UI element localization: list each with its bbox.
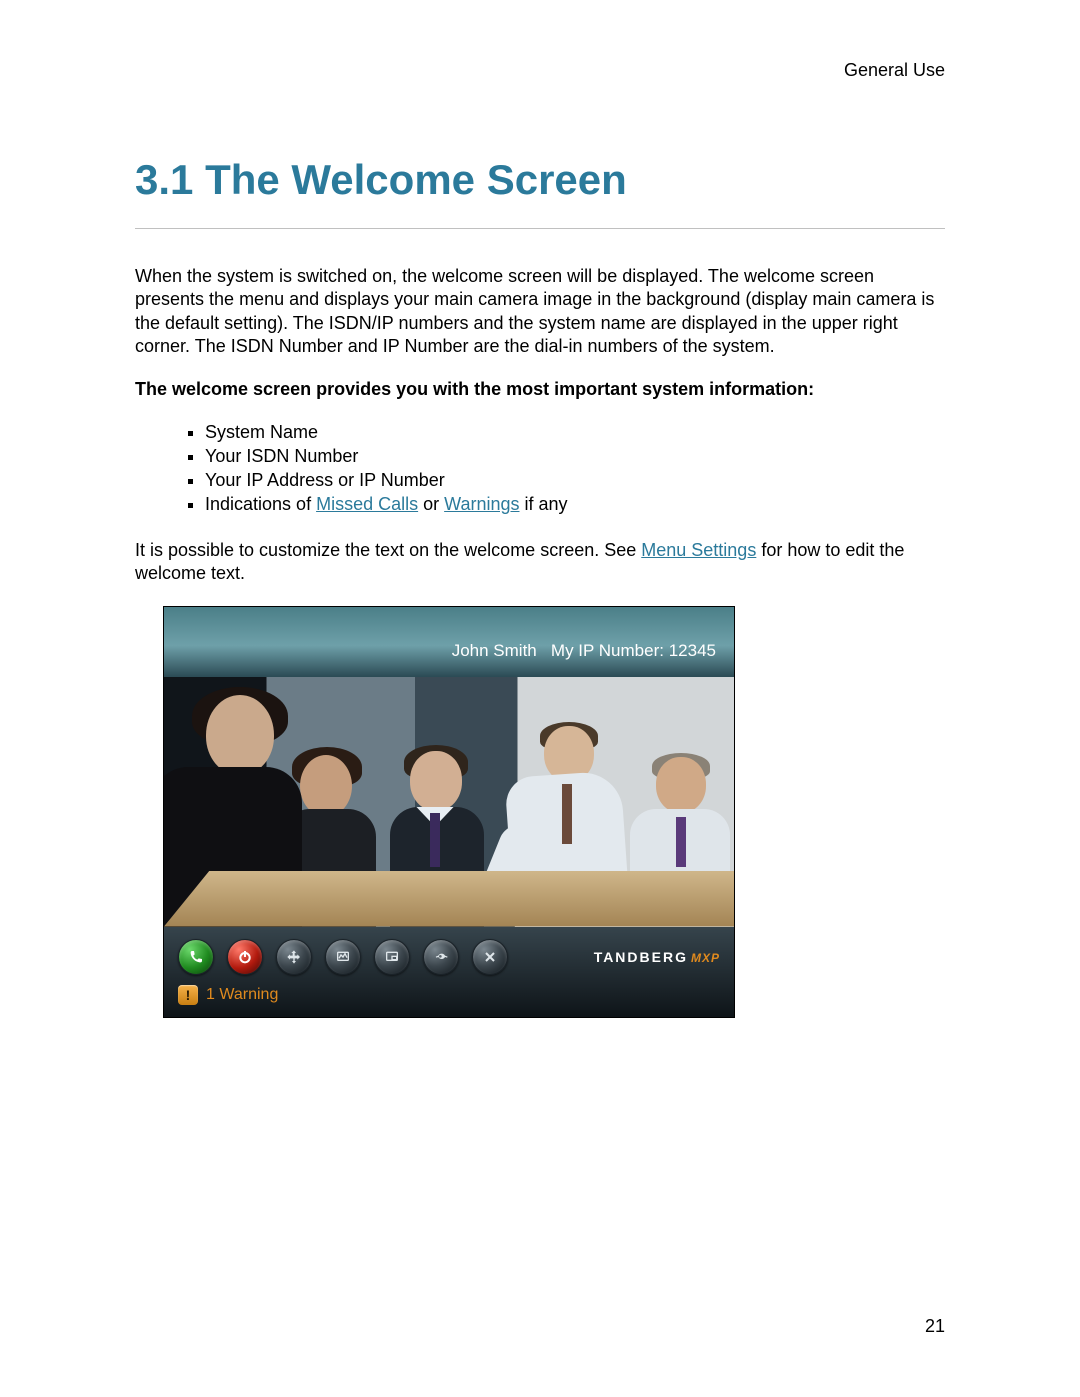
info-heading: The welcome screen provides you with the… — [135, 379, 945, 400]
brand-name: TANDBERG — [594, 949, 688, 965]
brand-suffix: MXP — [691, 951, 720, 965]
section-heading: The Welcome Screen — [205, 156, 627, 203]
list-item: Indications of Missed Calls or Warnings … — [205, 492, 945, 516]
ip-label: My IP Number: — [551, 641, 664, 660]
screenshot-info-bar: John Smith My IP Number: 12345 — [452, 641, 716, 661]
conference-table — [164, 871, 734, 927]
warning-count: 1 — [206, 986, 215, 1003]
screenshot-menu-bar: TANDBERG MXP ! 1 Warning — [164, 927, 734, 1017]
page-number: 21 — [925, 1316, 945, 1337]
warning-row[interactable]: ! 1 Warning — [178, 985, 720, 1005]
warnings-link[interactable]: Warnings — [444, 494, 519, 514]
info-list: System Name Your ISDN Number Your IP Add… — [135, 420, 945, 517]
header-category: General Use — [135, 60, 945, 81]
list-item-text: or — [418, 494, 444, 514]
user-name: John Smith — [452, 641, 537, 660]
section-title: 3.1 The Welcome Screen — [135, 156, 945, 204]
section-divider — [135, 228, 945, 229]
warning-text: 1 Warning — [206, 986, 278, 1004]
warning-label: Warning — [219, 986, 278, 1003]
brand-label: TANDBERG MXP — [594, 949, 720, 965]
presentation-icon[interactable] — [325, 939, 361, 975]
customize-paragraph: It is possible to customize the text on … — [135, 539, 945, 586]
list-item: Your IP Address or IP Number — [205, 468, 945, 492]
list-item: Your ISDN Number — [205, 444, 945, 468]
call-icon[interactable] — [178, 939, 214, 975]
settings-icon[interactable] — [423, 939, 459, 975]
welcome-screenshot: John Smith My IP Number: 12345 — [163, 606, 735, 1018]
list-item-text: if any — [519, 494, 567, 514]
list-item: System Name — [205, 420, 945, 444]
screenshot-header: John Smith My IP Number: 12345 — [164, 607, 734, 677]
customize-text: It is possible to customize the text on … — [135, 540, 641, 560]
layout-icon[interactable] — [374, 939, 410, 975]
camera-background — [164, 677, 734, 927]
section-number: 3.1 — [135, 156, 193, 203]
move-icon[interactable] — [276, 939, 312, 975]
ip-number: 12345 — [669, 641, 716, 660]
menu-icons-row: TANDBERG MXP — [178, 939, 720, 975]
power-icon[interactable] — [227, 939, 263, 975]
menu-settings-link[interactable]: Menu Settings — [641, 540, 756, 560]
missed-calls-link[interactable]: Missed Calls — [316, 494, 418, 514]
list-item-text: Indications of — [205, 494, 316, 514]
intro-paragraph: When the system is switched on, the welc… — [135, 265, 945, 359]
warning-icon: ! — [178, 985, 198, 1005]
close-icon[interactable] — [472, 939, 508, 975]
